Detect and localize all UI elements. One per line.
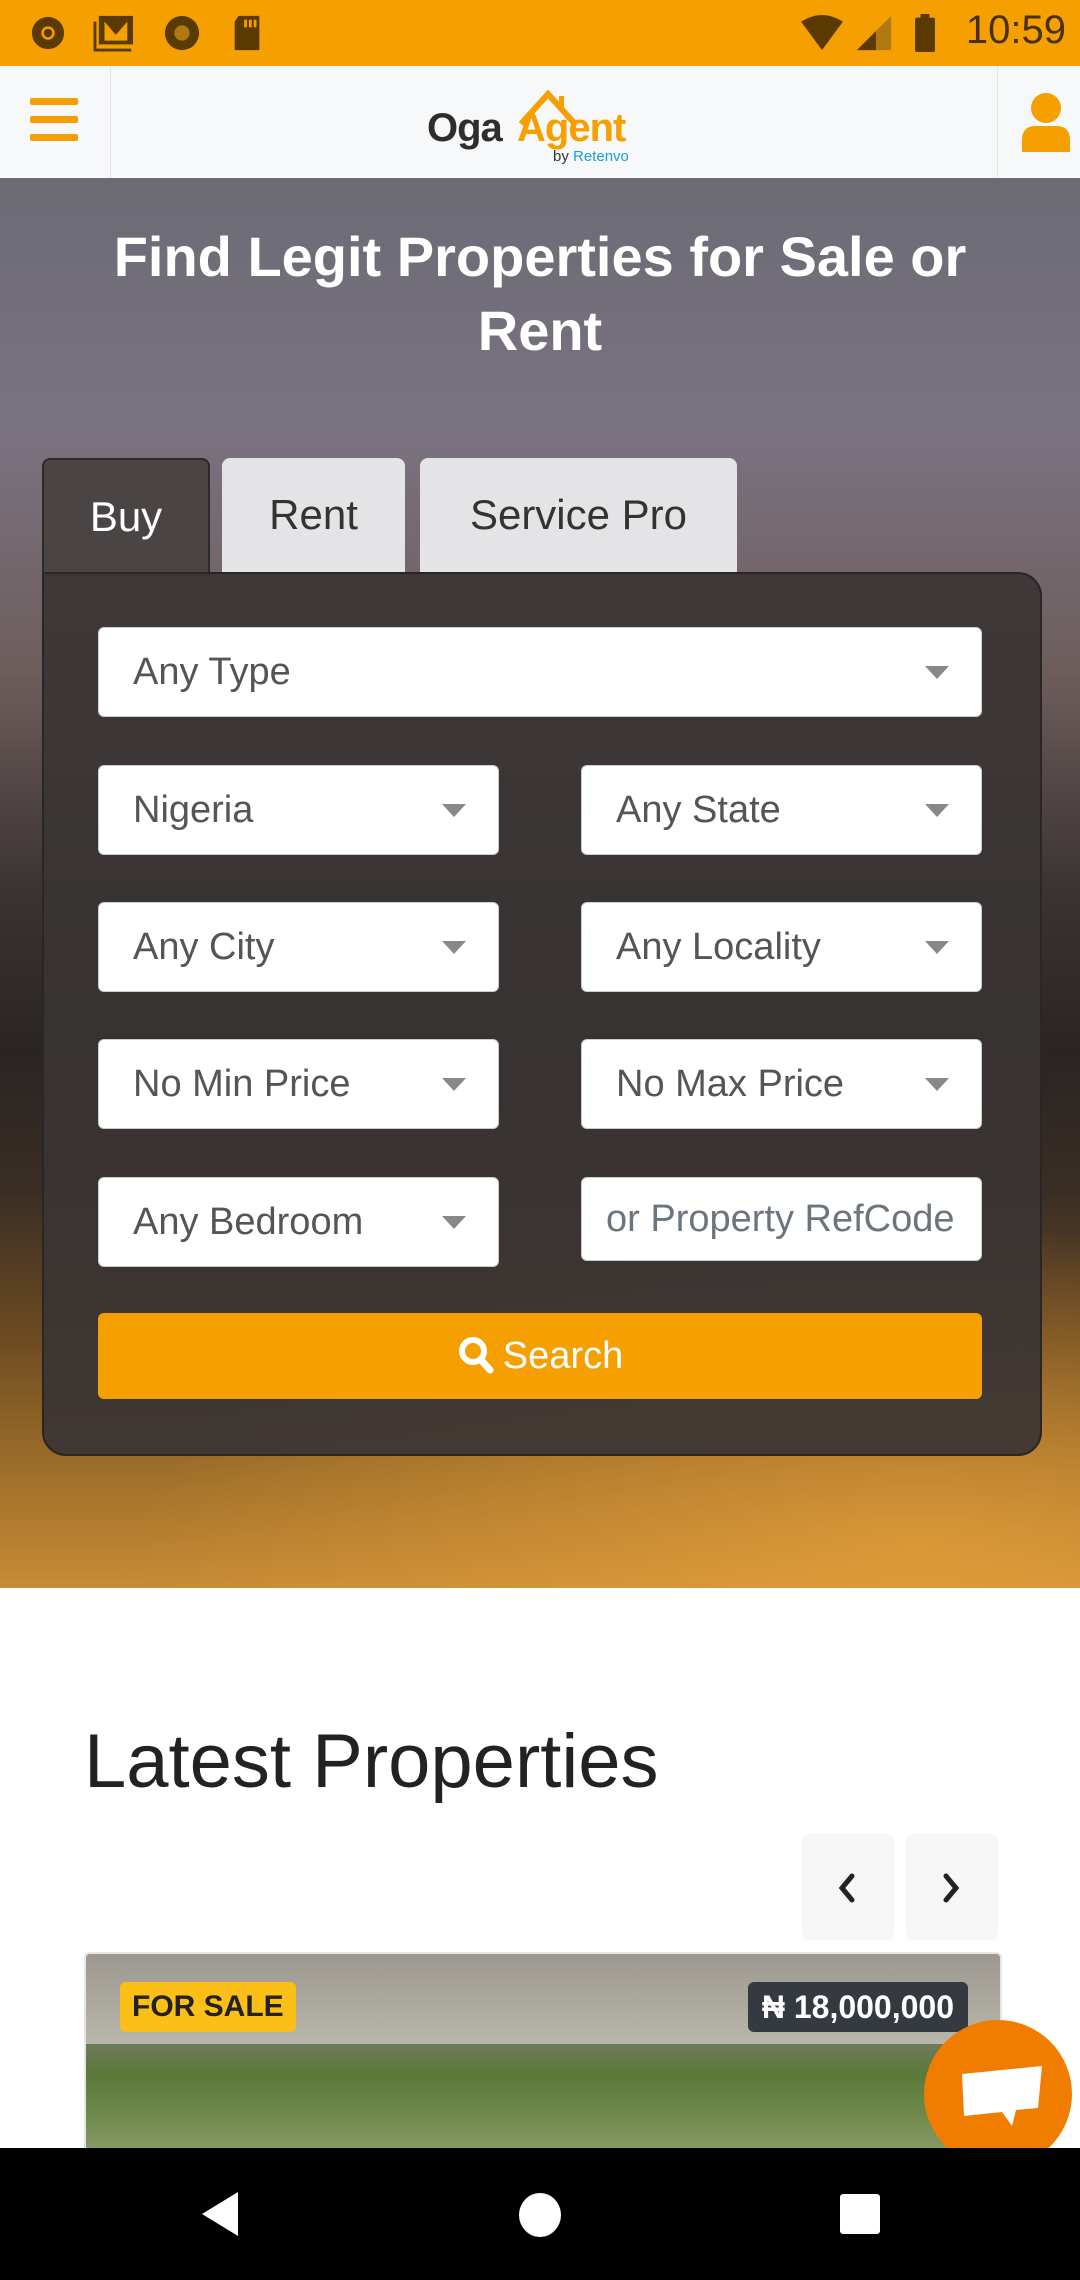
chat-bubble-icon (962, 2066, 1042, 2126)
city-value: Any City (133, 926, 275, 968)
gmail-icon (93, 15, 133, 52)
min-price-select[interactable]: No Min Price (98, 1039, 499, 1129)
min-price-value: No Min Price (133, 1063, 351, 1105)
chevron-down-icon (925, 1078, 949, 1091)
max-price-value: No Max Price (616, 1063, 845, 1105)
chevron-left-icon (838, 1873, 855, 1903)
account-button[interactable] (997, 66, 1080, 178)
user-icon (1022, 93, 1070, 152)
country-value: Nigeria (133, 789, 254, 831)
carousel-prev-button[interactable] (802, 1834, 894, 1940)
carousel-next-button[interactable] (906, 1834, 998, 1940)
wifi-icon (801, 14, 843, 51)
state-value: Any State (616, 789, 781, 831)
chevron-down-icon (925, 941, 949, 954)
max-price-select[interactable]: No Max Price (581, 1039, 982, 1129)
hamburger-icon-bar (30, 134, 78, 141)
logo-brand: Retenvo (573, 148, 629, 165)
hamburger-icon (30, 98, 78, 105)
country-select[interactable]: Nigeria (98, 765, 499, 855)
status-bar: 10:59 (0, 0, 1080, 66)
chevron-right-icon (943, 1873, 960, 1903)
logo-by: by (553, 148, 569, 165)
refcode-placeholder: or Property RefCode (606, 1198, 955, 1240)
sd-card-icon (234, 15, 260, 51)
bedroom-select[interactable]: Any Bedroom (98, 1177, 499, 1267)
logo-oga: Oga (427, 106, 503, 150)
chevron-down-icon (442, 804, 466, 817)
locality-value: Any Locality (616, 926, 821, 968)
tab-buy[interactable]: Buy (42, 458, 210, 576)
system-navigation-bar (0, 2148, 1080, 2280)
property-type-value: Any Type (133, 651, 291, 693)
logo-byline: by Retenvo (553, 148, 629, 165)
bedroom-value: Any Bedroom (133, 1201, 364, 1243)
latest-properties-title: Latest Properties (84, 1719, 659, 1804)
tab-service-pro[interactable]: Service Pro (420, 458, 737, 574)
search-icon (458, 1336, 494, 1374)
chevron-down-icon (925, 804, 949, 817)
property-type-select[interactable]: Any Type (98, 627, 982, 717)
price-badge: ₦ 18,000,000 (747, 1982, 968, 2032)
city-select[interactable]: Any City (98, 902, 499, 992)
back-icon[interactable] (198, 2190, 242, 2238)
logo[interactable]: Oga Agent by Retenvo (425, 90, 665, 170)
logo-agent: Agent (517, 106, 626, 150)
search-button-label: Search (502, 1335, 624, 1377)
menu-button[interactable] (0, 66, 111, 178)
home-icon[interactable] (518, 2192, 562, 2238)
battery-icon (915, 14, 935, 52)
for-sale-badge: FOR SALE (120, 1982, 296, 2032)
top-navbar: Oga Agent by Retenvo (0, 66, 1080, 178)
search-button[interactable]: Search (98, 1313, 982, 1399)
hero-title: Find Legit Properties for Sale or Rent (113, 225, 967, 362)
property-card[interactable]: FOR SALE ₦ 18,000,000 (84, 1952, 1002, 2156)
signal-icon (856, 15, 892, 51)
chevron-down-icon (925, 666, 949, 679)
hamburger-icon-bar (30, 116, 78, 123)
tab-rent[interactable]: Rent (222, 458, 405, 574)
chevron-down-icon (442, 1078, 466, 1091)
chevron-down-icon (442, 941, 466, 954)
chevron-down-icon (442, 1216, 466, 1229)
chat-button[interactable] (924, 2020, 1072, 2168)
property-refcode-input[interactable]: or Property RefCode (581, 1177, 982, 1261)
chrome-icon (31, 16, 65, 50)
clock: 10:59 (965, 8, 1066, 52)
record-icon (164, 15, 200, 51)
recents-icon[interactable] (838, 2192, 882, 2236)
locality-select[interactable]: Any Locality (581, 902, 982, 992)
state-select[interactable]: Any State (581, 765, 982, 855)
